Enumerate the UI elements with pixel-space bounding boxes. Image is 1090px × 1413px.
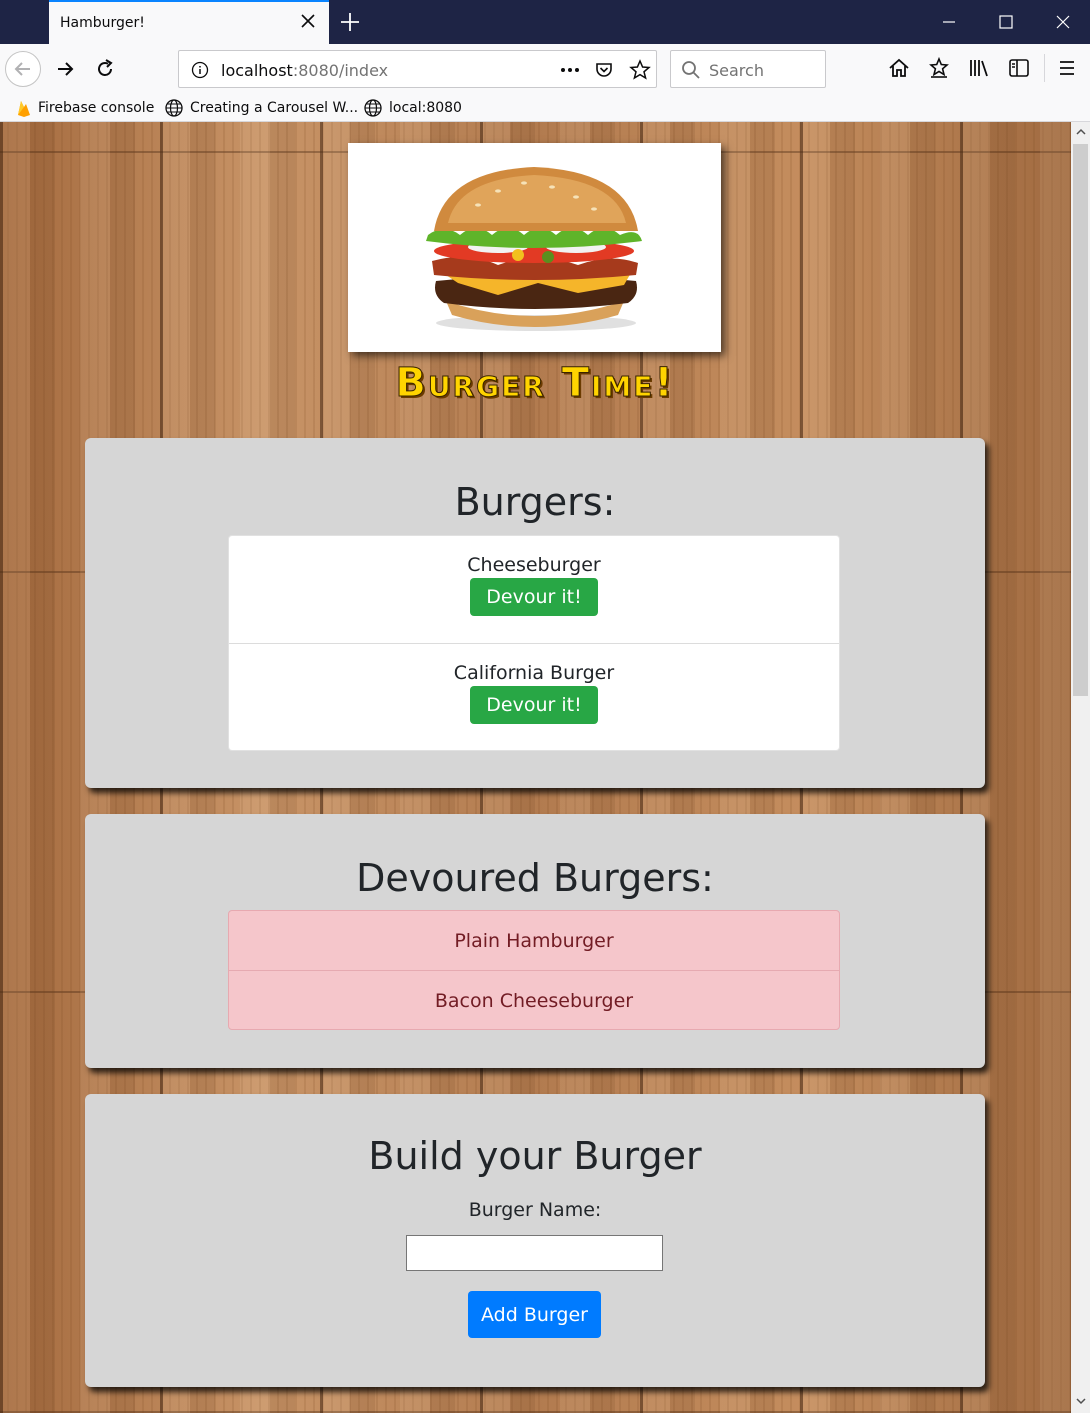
- bookmark-label: local:8080: [389, 100, 462, 116]
- url-text[interactable]: localhost:8080/index: [221, 61, 388, 80]
- maximize-icon[interactable]: [996, 12, 1016, 32]
- bookmarks-toolbar: Firebase console Creating a Carousel W..…: [0, 94, 1090, 122]
- bookmark-star-icon[interactable]: [629, 59, 651, 81]
- window-titlebar: Hamburger!: [0, 0, 1090, 44]
- tab-title: Hamburger!: [60, 15, 145, 31]
- forward-button[interactable]: [47, 51, 83, 87]
- new-tab-icon[interactable]: [338, 10, 362, 34]
- scrollbar-thumb[interactable]: [1073, 144, 1088, 696]
- list-item: Bacon Cheeseburger: [229, 970, 839, 1029]
- burger-name: California Burger: [453, 662, 615, 684]
- address-bar[interactable]: localhost:8080/index: [178, 50, 657, 88]
- list-item: California Burger Devour it!: [229, 643, 839, 750]
- list-item: Cheeseburger Devour it!: [229, 536, 839, 643]
- forward-arrow-icon: [58, 62, 74, 76]
- build-heading: Build your Burger: [368, 1134, 702, 1178]
- burgers-heading: Burgers:: [454, 480, 616, 524]
- add-burger-button[interactable]: Add Burger: [468, 1291, 601, 1338]
- devoured-list: Plain Hamburger Bacon Cheeseburger: [228, 910, 840, 1030]
- burger-name-label: Burger Name:: [468, 1199, 602, 1221]
- close-window-icon[interactable]: [1053, 12, 1073, 32]
- firebase-icon: [18, 101, 30, 117]
- info-icon[interactable]: [191, 61, 209, 79]
- reload-button[interactable]: [87, 51, 123, 87]
- burger-name: Cheeseburger: [467, 554, 601, 576]
- brand-title: Burger Time!: [395, 360, 675, 407]
- bookmarks-menu-icon[interactable]: [927, 56, 951, 80]
- globe-icon: [364, 99, 382, 117]
- scroll-down-icon[interactable]: [1076, 1396, 1086, 1406]
- hamburger-menu-icon[interactable]: [1055, 56, 1079, 80]
- sidebar-icon[interactable]: [1007, 56, 1031, 80]
- devoured-burger-name: Bacon Cheeseburger: [434, 990, 634, 1012]
- bookmark-local[interactable]: local:8080: [363, 98, 462, 118]
- devoured-heading: Devoured Burgers:: [356, 856, 714, 900]
- globe-icon: [165, 99, 183, 117]
- page-scrollbar[interactable]: [1071, 122, 1090, 1413]
- toolbar-divider: [1044, 54, 1045, 82]
- page-viewport: Burger Time! Burgers: Cheeseburger Devou…: [0, 122, 1071, 1413]
- devoured-card: Devoured Burgers: Plain Hamburger Bacon …: [85, 814, 985, 1068]
- back-arrow-icon: [14, 62, 30, 76]
- bookmark-carousel[interactable]: Creating a Carousel W...: [164, 98, 358, 118]
- scroll-up-icon[interactable]: [1076, 127, 1086, 137]
- home-icon[interactable]: [887, 56, 911, 80]
- library-icon[interactable]: [967, 56, 991, 80]
- bookmark-label: Creating a Carousel W...: [190, 100, 359, 116]
- bookmark-firebase[interactable]: Firebase console: [16, 98, 154, 118]
- search-icon: [682, 61, 700, 79]
- minimize-icon[interactable]: [939, 12, 959, 32]
- search-placeholder: Search: [709, 61, 764, 80]
- url-path: :8080/index: [292, 61, 389, 80]
- nav-toolbar: localhost:8080/index Search: [0, 44, 1090, 94]
- list-item: Plain Hamburger: [229, 911, 839, 970]
- tab-close-icon[interactable]: [299, 12, 317, 30]
- build-card: Build your Burger Burger Name: Add Burge…: [85, 1094, 985, 1387]
- burgers-list: Cheeseburger Devour it! California Burge…: [228, 535, 840, 751]
- bookmark-label: Firebase console: [38, 100, 155, 116]
- burgers-card: Burgers: Cheeseburger Devour it! Califor…: [85, 438, 985, 788]
- devoured-burger-name: Plain Hamburger: [454, 930, 614, 952]
- burger-hero-image: [348, 143, 721, 352]
- burger-name-input[interactable]: [406, 1235, 663, 1271]
- search-bar[interactable]: Search: [670, 50, 826, 88]
- url-host: localhost: [221, 61, 293, 80]
- burger-illustration: [426, 167, 642, 331]
- pocket-icon[interactable]: [594, 60, 614, 80]
- page-actions-icon[interactable]: [559, 61, 581, 79]
- tab-hamburger[interactable]: Hamburger!: [49, 0, 329, 44]
- reload-icon: [98, 59, 113, 76]
- devour-button[interactable]: Devour it!: [470, 686, 598, 724]
- devour-button[interactable]: Devour it!: [470, 578, 598, 616]
- back-button[interactable]: [5, 51, 41, 87]
